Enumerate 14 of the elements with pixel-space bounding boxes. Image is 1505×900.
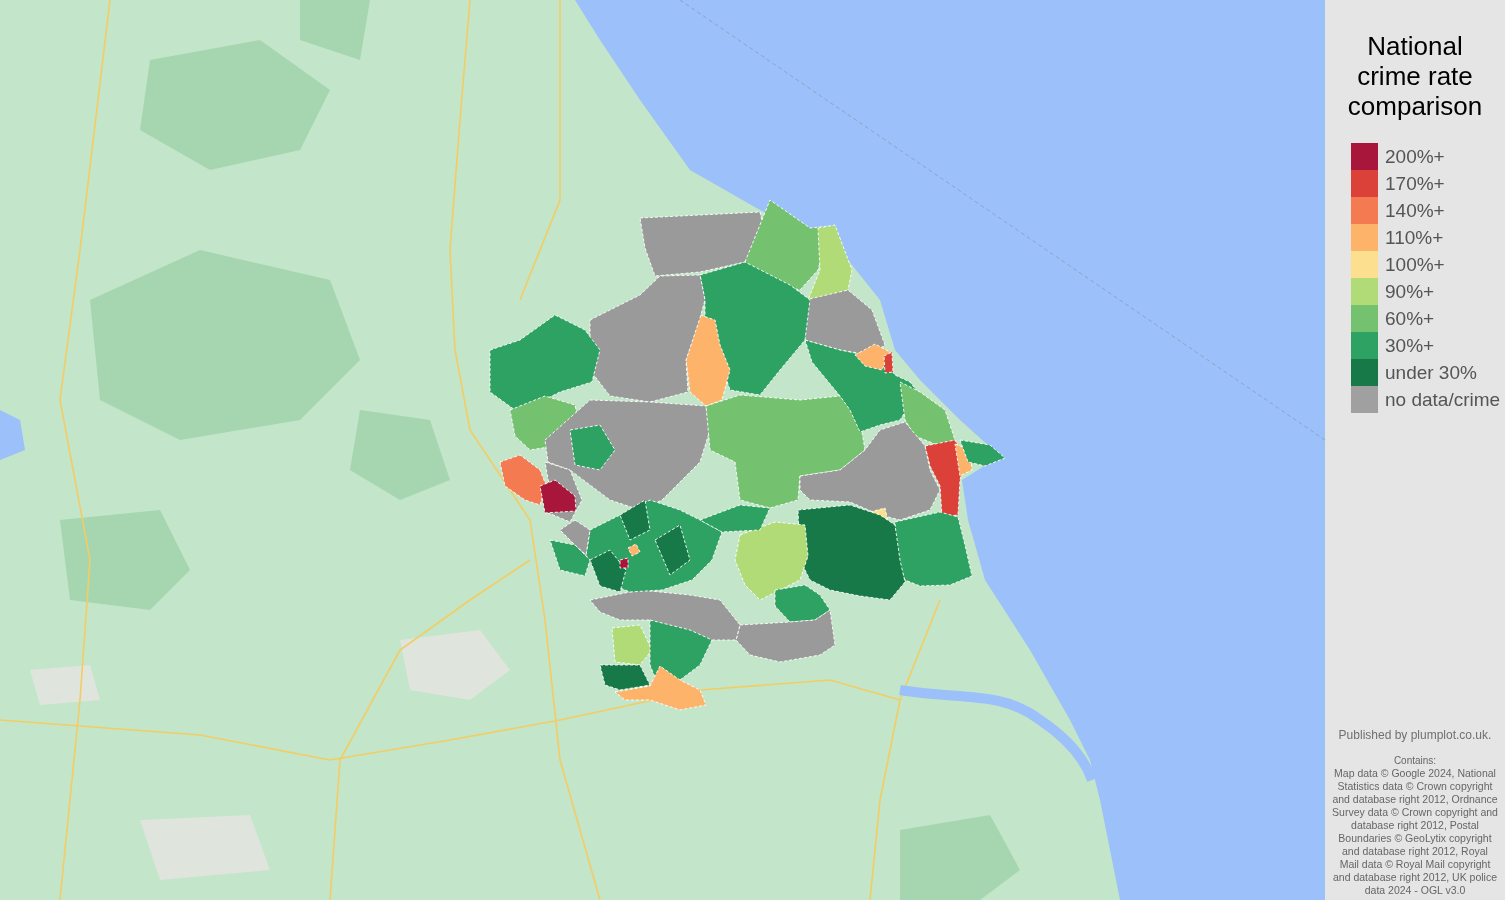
contains-label: Contains: [1393, 754, 1437, 767]
legend-label: 170%+ [1385, 172, 1445, 195]
legend-label: 140%+ [1385, 199, 1445, 222]
legend-label: under 30% [1385, 361, 1477, 384]
legend-label: 30%+ [1385, 334, 1435, 357]
legend-label: no data/crime [1385, 388, 1501, 411]
legend-label: 60%+ [1385, 307, 1435, 330]
attribution-text: Map data © Google 2024, National Statistics data © Crown copyright and database right 2012, Ordnance Survey data © Crown copyright and database right 2012, Postal Boundaries © GeoLytix copyright and database right 2012, Royal Mail data © Royal Mail copyright and database right 2012, UK police data 2024 - OGL v3.0 [1332, 767, 1498, 897]
legend-label: 90%+ [1385, 280, 1435, 303]
legend-label: 100%+ [1385, 253, 1445, 276]
legend-label: 110%+ [1385, 226, 1444, 249]
publisher-credit: Published by plumplot.co.uk. [1338, 728, 1492, 742]
legend-label: 200%+ [1385, 145, 1445, 168]
legend-title: National crime rate comparison [1346, 31, 1484, 121]
